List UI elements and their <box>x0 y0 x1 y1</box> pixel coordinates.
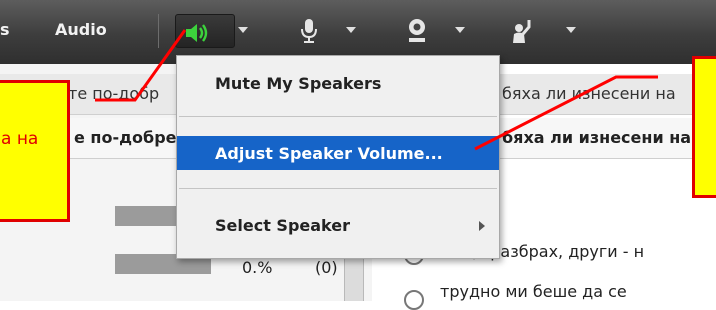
annotation-arrows <box>95 29 658 151</box>
annotation-line-left <box>95 29 187 102</box>
annotation-line-right <box>474 75 658 151</box>
